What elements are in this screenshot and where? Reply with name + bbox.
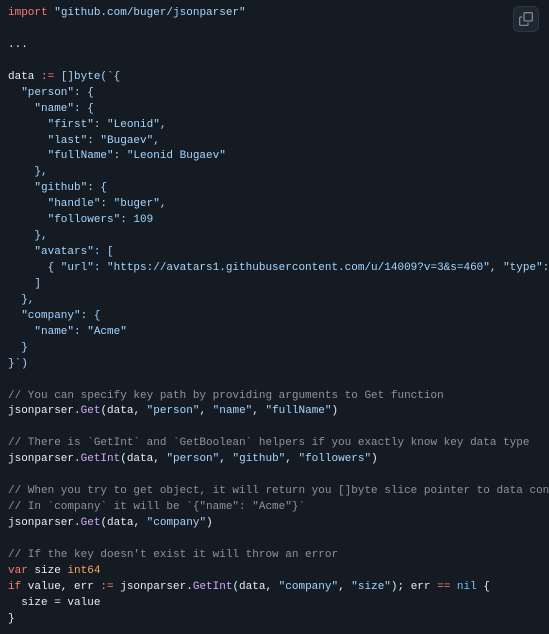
brace-close: } xyxy=(8,613,15,625)
json-line: "handle": "buger", xyxy=(8,198,166,210)
byte-literal-open: []byte(`{ xyxy=(61,71,120,83)
arg: "name" xyxy=(213,405,253,417)
arg: "github" xyxy=(232,453,285,465)
assign-op: := xyxy=(100,581,113,593)
arg: "size" xyxy=(351,581,391,593)
json-line: }, xyxy=(8,230,48,242)
json-line: }, xyxy=(8,294,34,306)
args-close: ); err xyxy=(391,581,437,593)
json-line: "name": "Acme" xyxy=(8,326,127,338)
ellipsis: ... xyxy=(8,39,28,51)
fn-get: Get xyxy=(81,405,101,417)
json-line: "first": "Leonid", xyxy=(8,119,166,131)
arg: "company" xyxy=(279,581,338,593)
fn-getint: GetInt xyxy=(81,453,121,465)
json-line: "company": { xyxy=(8,310,100,322)
args-open: (data, xyxy=(232,581,278,593)
if-idents: value, err xyxy=(21,581,100,593)
json-line: }, xyxy=(8,166,48,178)
json-line: "name": { xyxy=(8,103,94,115)
json-line: "github": { xyxy=(8,182,107,194)
keyword-import: import xyxy=(8,7,48,19)
pkg: jsonparser. xyxy=(8,517,81,529)
byte-literal-close: }`) xyxy=(8,358,28,370)
code-block: import "github.com/buger/jsonparser" ...… xyxy=(0,0,549,634)
arg: "company" xyxy=(147,517,206,529)
json-line: { "url": "https://avatars1.githubusercon… xyxy=(8,262,549,274)
args-open: (data, xyxy=(100,517,146,529)
sep: , xyxy=(219,453,232,465)
sep: , xyxy=(285,453,298,465)
eq-op: == xyxy=(437,581,450,593)
arg: "person" xyxy=(166,453,219,465)
var-name: size xyxy=(28,565,68,577)
comment: // If the key doesn't exist it will thro… xyxy=(8,549,338,561)
copy-icon xyxy=(519,12,533,26)
json-line: "avatars": [ xyxy=(8,246,114,258)
json-line: ] xyxy=(8,278,41,290)
json-line: "person": { xyxy=(8,87,94,99)
args-open: (data, xyxy=(100,405,146,417)
arg: "fullName" xyxy=(265,405,331,417)
comment: // There is `GetInt` and `GetBoolean` he… xyxy=(8,437,530,449)
copy-button[interactable] xyxy=(513,6,539,32)
pkg: jsonparser. xyxy=(8,453,81,465)
pkg: jsonparser. xyxy=(8,405,81,417)
json-line: } xyxy=(8,342,28,354)
args-close: ) xyxy=(332,405,339,417)
json-line: "followers": 109 xyxy=(8,214,153,226)
type-int64: int64 xyxy=(67,565,100,577)
json-line: "last": "Bugaev", xyxy=(8,135,160,147)
keyword-var: var xyxy=(8,565,28,577)
fn-getint: GetInt xyxy=(193,581,233,593)
pkg: jsonparser. xyxy=(114,581,193,593)
keyword-if: if xyxy=(8,581,21,593)
arg: "person" xyxy=(147,405,200,417)
brace: { xyxy=(483,581,490,593)
if-body: size = value xyxy=(8,597,100,609)
arg: "followers" xyxy=(298,453,371,465)
nil: nil xyxy=(450,581,483,593)
args-close: ) xyxy=(371,453,378,465)
comment: // You can specify key path by providing… xyxy=(8,390,444,402)
assign-op: := xyxy=(41,71,61,83)
args-close: ) xyxy=(206,517,213,529)
data-ident: data xyxy=(8,71,41,83)
comment: // In `company` it will be `{"name": "Ac… xyxy=(8,501,305,513)
sep: , xyxy=(338,581,351,593)
sep: , xyxy=(199,405,212,417)
args-open: (data, xyxy=(120,453,166,465)
json-line: "fullName": "Leonid Bugaev" xyxy=(8,150,226,162)
sep: , xyxy=(252,405,265,417)
comment: // When you try to get object, it will r… xyxy=(8,485,549,497)
fn-get: Get xyxy=(81,517,101,529)
import-path: "github.com/buger/jsonparser" xyxy=(54,7,245,19)
